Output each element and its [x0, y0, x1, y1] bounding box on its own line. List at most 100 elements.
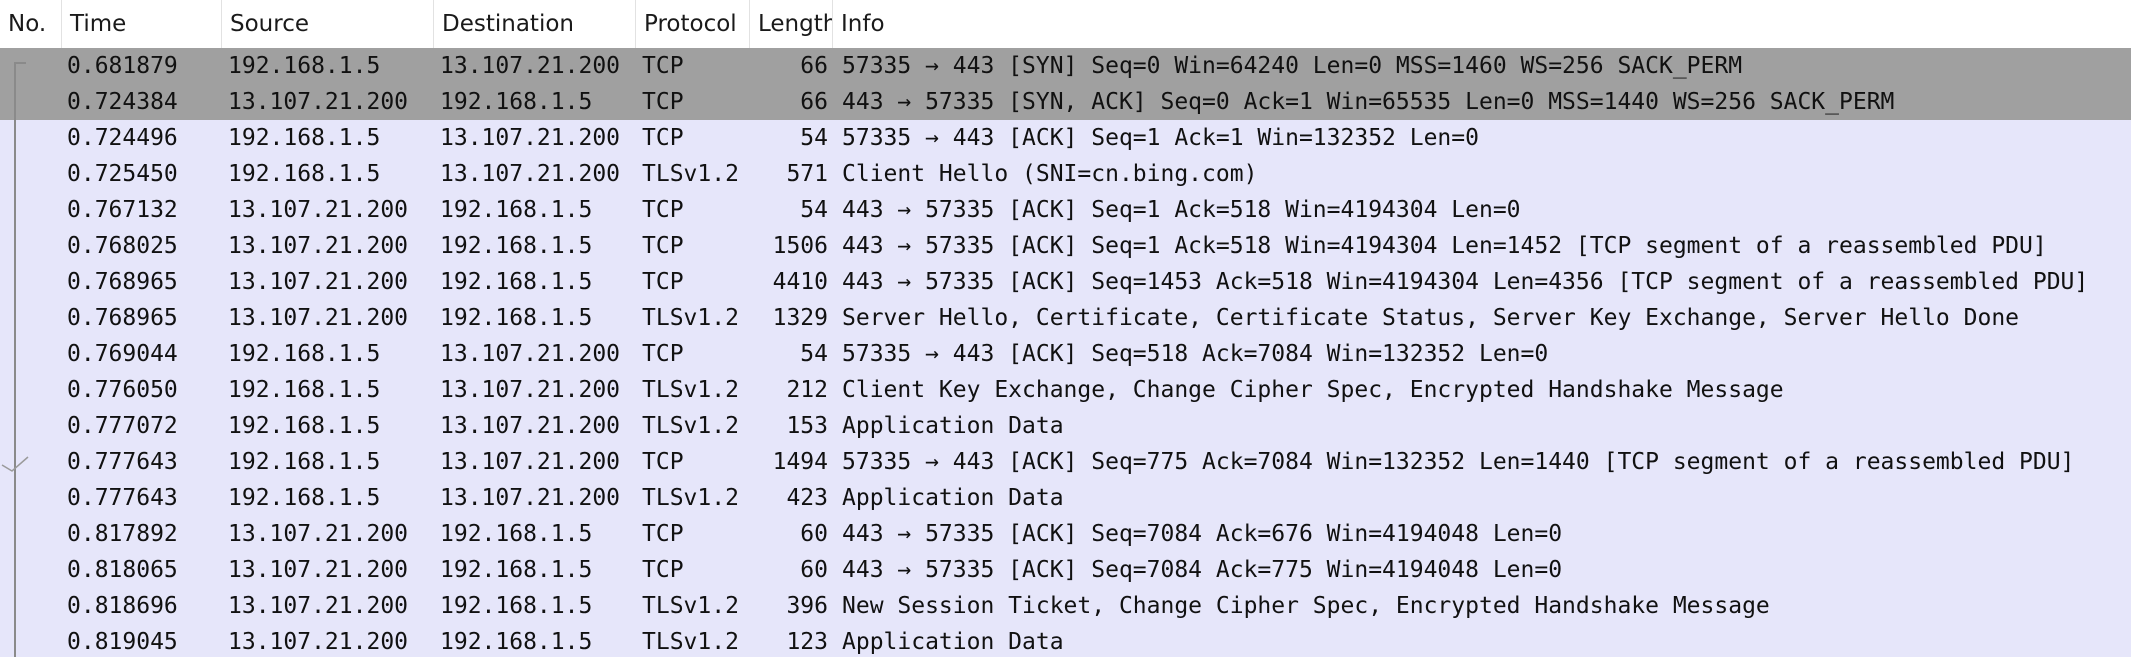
packet-protocol: TCP [642, 557, 684, 583]
packet-info: 443 → 57335 [ACK] Seq=1 Ack=518 Win=4194… [842, 197, 1521, 223]
packet-row[interactable]: 0.724496 192.168.1.5 13.107.21.200 TCP 54 573… [0, 120, 2131, 156]
packet-time: 0.777072 [67, 413, 178, 439]
packet-source: 192.168.1.5 [228, 377, 381, 403]
packet-length: 66 [800, 89, 828, 115]
packet-info: Application Data [842, 485, 1064, 511]
column-header-protocol[interactable]: Protocol [636, 0, 750, 48]
packet-source: 192.168.1.5 [228, 53, 381, 79]
packet-row[interactable]: 0.777072 192.168.1.5 13.107.21.200 TLSv1.2 1… [0, 408, 2131, 444]
packet-source: 192.168.1.5 [228, 449, 381, 475]
packet-row[interactable]: 0.817892 13.107.21.200 192.168.1.5 TCP 60 443… [0, 516, 2131, 552]
column-header-destination[interactable]: Destination [434, 0, 636, 48]
packet-info: 443 → 57335 [ACK] Seq=7084 Ack=775 Win=4… [842, 557, 1563, 583]
packet-source: 192.168.1.5 [228, 341, 381, 367]
packet-destination: 13.107.21.200 [440, 125, 621, 151]
packet-source: 192.168.1.5 [228, 485, 381, 511]
packet-list[interactable]: No. Time Source Destination Protocol Len… [0, 0, 2131, 657]
packet-time: 0.777643 [67, 485, 178, 511]
packet-source: 13.107.21.200 [228, 557, 409, 583]
packet-row[interactable]: 0.681879 192.168.1.5 13.107.21.200 TCP 66 573… [0, 48, 2131, 84]
packet-row[interactable]: 0.768025 13.107.21.200 192.168.1.5 TCP 1506 4… [0, 228, 2131, 264]
column-header: No. Time Source Destination Protocol Len… [0, 0, 2131, 49]
packet-destination: 13.107.21.200 [440, 413, 621, 439]
packet-destination: 13.107.21.200 [440, 485, 621, 511]
column-header-no[interactable]: No. [0, 0, 62, 48]
packet-row[interactable]: 0.768965 13.107.21.200 192.168.1.5 TLSv1.2 1… [0, 300, 2131, 336]
packet-time: 0.818065 [67, 557, 178, 583]
packet-length: 66 [800, 53, 828, 79]
packet-row[interactable]: 0.818696 13.107.21.200 192.168.1.5 TLSv1.2 3… [0, 588, 2131, 624]
packet-length: 1506 [772, 233, 828, 259]
packet-length: 396 [786, 593, 828, 619]
packet-row[interactable]: 0.777643 192.168.1.5 13.107.21.200 TLSv1.2 4… [0, 480, 2131, 516]
packet-row[interactable]: 0.724384 13.107.21.200 192.168.1.5 TCP 66 443… [0, 84, 2131, 120]
packet-info: Client Key Exchange, Change Cipher Spec,… [842, 377, 1784, 403]
packet-row[interactable]: 0.767132 13.107.21.200 192.168.1.5 TCP 54 443… [0, 192, 2131, 228]
packet-row[interactable]: 0.776050 192.168.1.5 13.107.21.200 TLSv1.2 2… [0, 372, 2131, 408]
column-header-length[interactable]: Length [750, 0, 833, 48]
packet-info: Application Data [842, 413, 1064, 439]
packet-time: 0.725450 [67, 161, 178, 187]
packet-destination: 192.168.1.5 [440, 629, 593, 655]
packet-destination: 192.168.1.5 [440, 305, 593, 331]
packet-length: 54 [800, 341, 828, 367]
packet-rows: 0.681879 192.168.1.5 13.107.21.200 TCP 66 573… [0, 48, 2131, 657]
packet-destination: 13.107.21.200 [440, 341, 621, 367]
ack-checkmark-icon [1, 456, 29, 472]
packet-info: 57335 → 443 [ACK] Seq=1 Ack=1 Win=132352… [842, 125, 1479, 151]
packet-info: New Session Ticket, Change Cipher Spec, … [842, 593, 1770, 619]
packet-protocol: TLSv1.2 [642, 485, 739, 511]
packet-length: 153 [786, 413, 828, 439]
packet-length: 423 [786, 485, 828, 511]
column-header-source[interactable]: Source [222, 0, 434, 48]
packet-info: 443 → 57335 [SYN, ACK] Seq=0 Ack=1 Win=6… [842, 89, 1895, 115]
packet-row[interactable]: 0.818065 13.107.21.200 192.168.1.5 TCP 60 443… [0, 552, 2131, 588]
packet-time: 0.768965 [67, 269, 178, 295]
packet-source: 13.107.21.200 [228, 629, 409, 655]
packet-length: 123 [786, 629, 828, 655]
packet-row[interactable]: 0.777643 192.168.1.5 13.107.21.200 TCP 1494 5… [0, 444, 2131, 480]
packet-length: 212 [786, 377, 828, 403]
packet-time: 0.681879 [67, 53, 178, 79]
packet-length: 1329 [772, 305, 828, 331]
packet-row[interactable]: 0.768965 13.107.21.200 192.168.1.5 TCP 4410 4… [0, 264, 2131, 300]
packet-source: 13.107.21.200 [228, 593, 409, 619]
packet-info: 443 → 57335 [ACK] Seq=1453 Ack=518 Win=4… [842, 269, 2089, 295]
column-header-time[interactable]: Time [62, 0, 222, 48]
packet-time: 0.776050 [67, 377, 178, 403]
packet-time: 0.724496 [67, 125, 178, 151]
packet-info: 57335 → 443 [ACK] Seq=518 Ack=7084 Win=1… [842, 341, 1549, 367]
packet-info: Client Hello (SNI=cn.bing.com) [842, 161, 1258, 187]
packet-row[interactable]: 0.769044 192.168.1.5 13.107.21.200 TCP 54 573… [0, 336, 2131, 372]
packet-protocol: TCP [642, 125, 684, 151]
packet-length: 1494 [772, 449, 828, 475]
column-header-info[interactable]: Info [833, 0, 2131, 48]
packet-protocol: TCP [642, 53, 684, 79]
packet-protocol: TCP [642, 341, 684, 367]
packet-time: 0.768025 [67, 233, 178, 259]
packet-source: 13.107.21.200 [228, 269, 409, 295]
packet-protocol: TLSv1.2 [642, 305, 739, 331]
packet-protocol: TLSv1.2 [642, 629, 739, 655]
packet-destination: 192.168.1.5 [440, 593, 593, 619]
packet-row[interactable]: 0.819045 13.107.21.200 192.168.1.5 TLSv1.2 1… [0, 624, 2131, 657]
packet-protocol: TLSv1.2 [642, 377, 739, 403]
packet-destination: 192.168.1.5 [440, 521, 593, 547]
packet-destination: 13.107.21.200 [440, 377, 621, 403]
packet-info: 57335 → 443 [ACK] Seq=775 Ack=7084 Win=1… [842, 449, 2075, 475]
packet-protocol: TCP [642, 521, 684, 547]
packet-destination: 13.107.21.200 [440, 161, 621, 187]
packet-source: 192.168.1.5 [228, 125, 381, 151]
packet-info: 443 → 57335 [ACK] Seq=1 Ack=518 Win=4194… [842, 233, 2047, 259]
packet-source: 13.107.21.200 [228, 197, 409, 223]
packet-source: 13.107.21.200 [228, 521, 409, 547]
packet-info: 57335 → 443 [SYN] Seq=0 Win=64240 Len=0 … [842, 53, 1743, 79]
packet-row[interactable]: 0.725450 192.168.1.5 13.107.21.200 TLSv1.2 5… [0, 156, 2131, 192]
packet-protocol: TCP [642, 89, 684, 115]
packet-protocol: TCP [642, 269, 684, 295]
packet-source: 192.168.1.5 [228, 413, 381, 439]
packet-destination: 192.168.1.5 [440, 197, 593, 223]
packet-time: 0.817892 [67, 521, 178, 547]
packet-length: 60 [800, 557, 828, 583]
packet-source: 192.168.1.5 [228, 161, 381, 187]
